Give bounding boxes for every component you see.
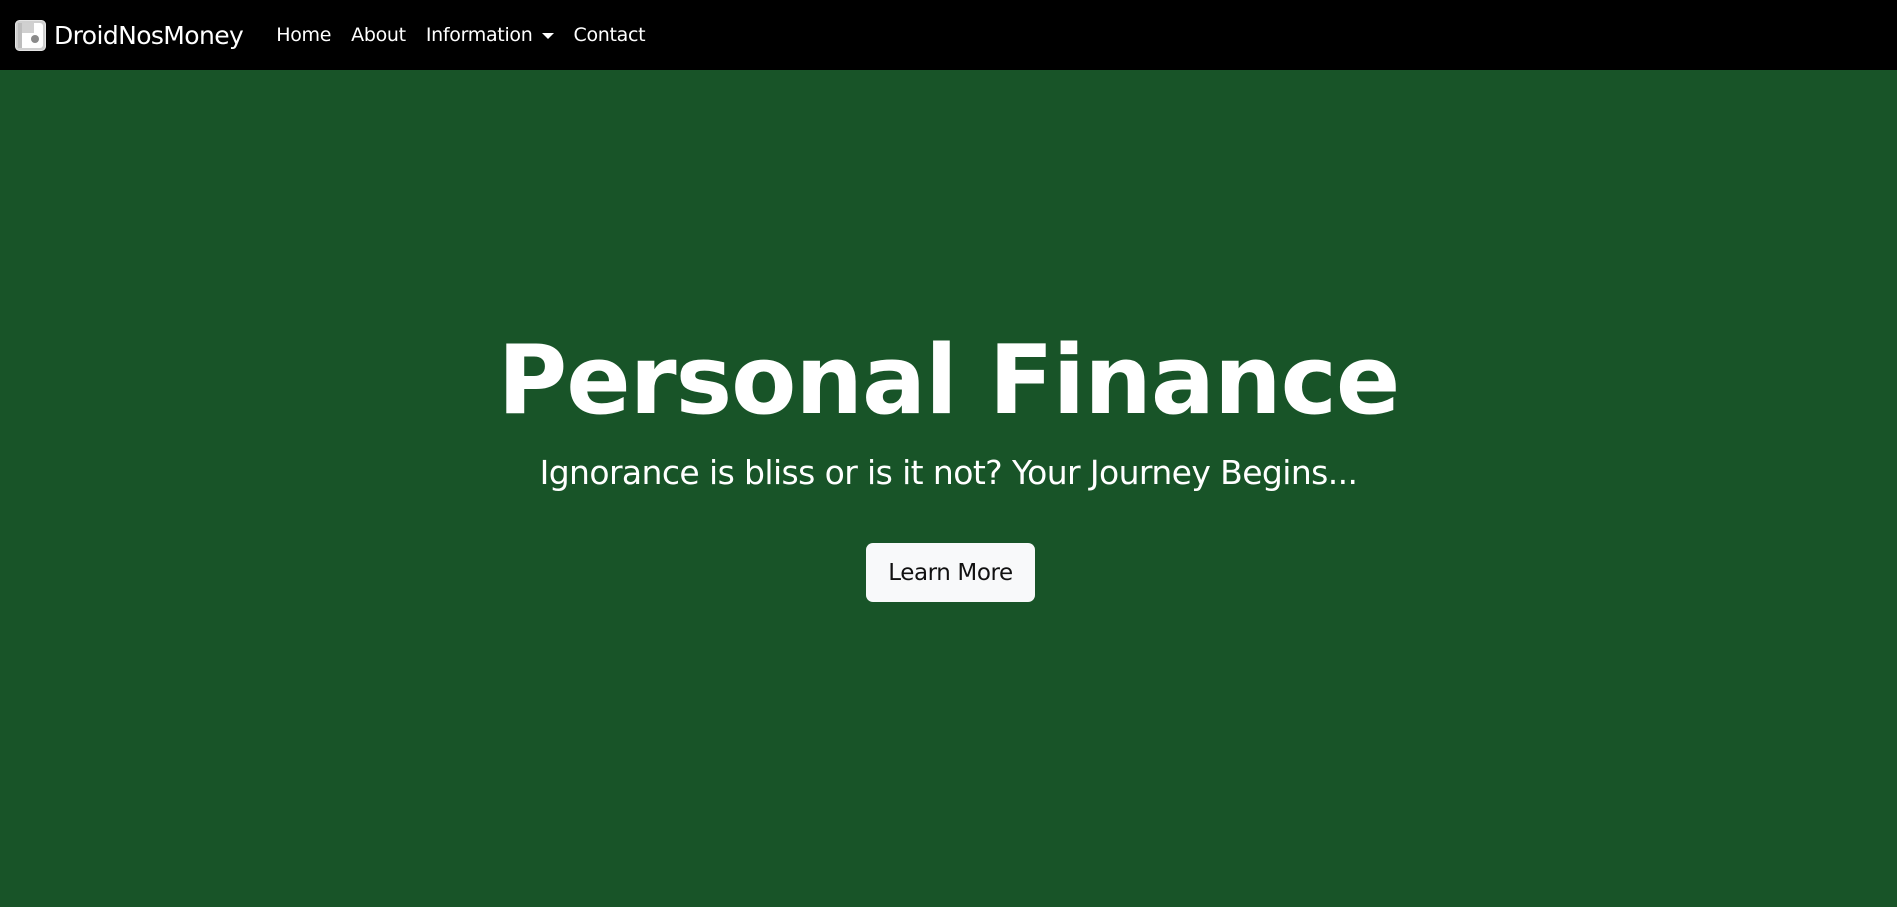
nav-link-contact[interactable]: Contact — [564, 24, 656, 46]
brand-link[interactable]: DroidNosMoney — [15, 19, 244, 51]
nav-dropdown-information[interactable]: Information — [416, 24, 564, 46]
nav-link-about[interactable]: About — [341, 24, 416, 46]
learn-more-button[interactable]: Learn More — [866, 543, 1035, 602]
navbar: DroidNosMoney Home About Information Con… — [0, 0, 1897, 70]
caret-down-icon — [541, 32, 554, 39]
hero-title: Personal Finance — [497, 326, 1401, 436]
droid-logo-icon — [15, 19, 46, 51]
hero-section: Personal Finance Ignorance is bliss or i… — [0, 70, 1897, 907]
hero-subtitle: Ignorance is bliss or is it not? Your Jo… — [539, 453, 1358, 492]
nav-dropdown-information-label: Information — [425, 24, 533, 46]
nav-link-home[interactable]: Home — [266, 24, 341, 46]
brand-name: DroidNosMoney — [54, 20, 244, 50]
nav-links: Home About Information Contact — [266, 24, 655, 46]
